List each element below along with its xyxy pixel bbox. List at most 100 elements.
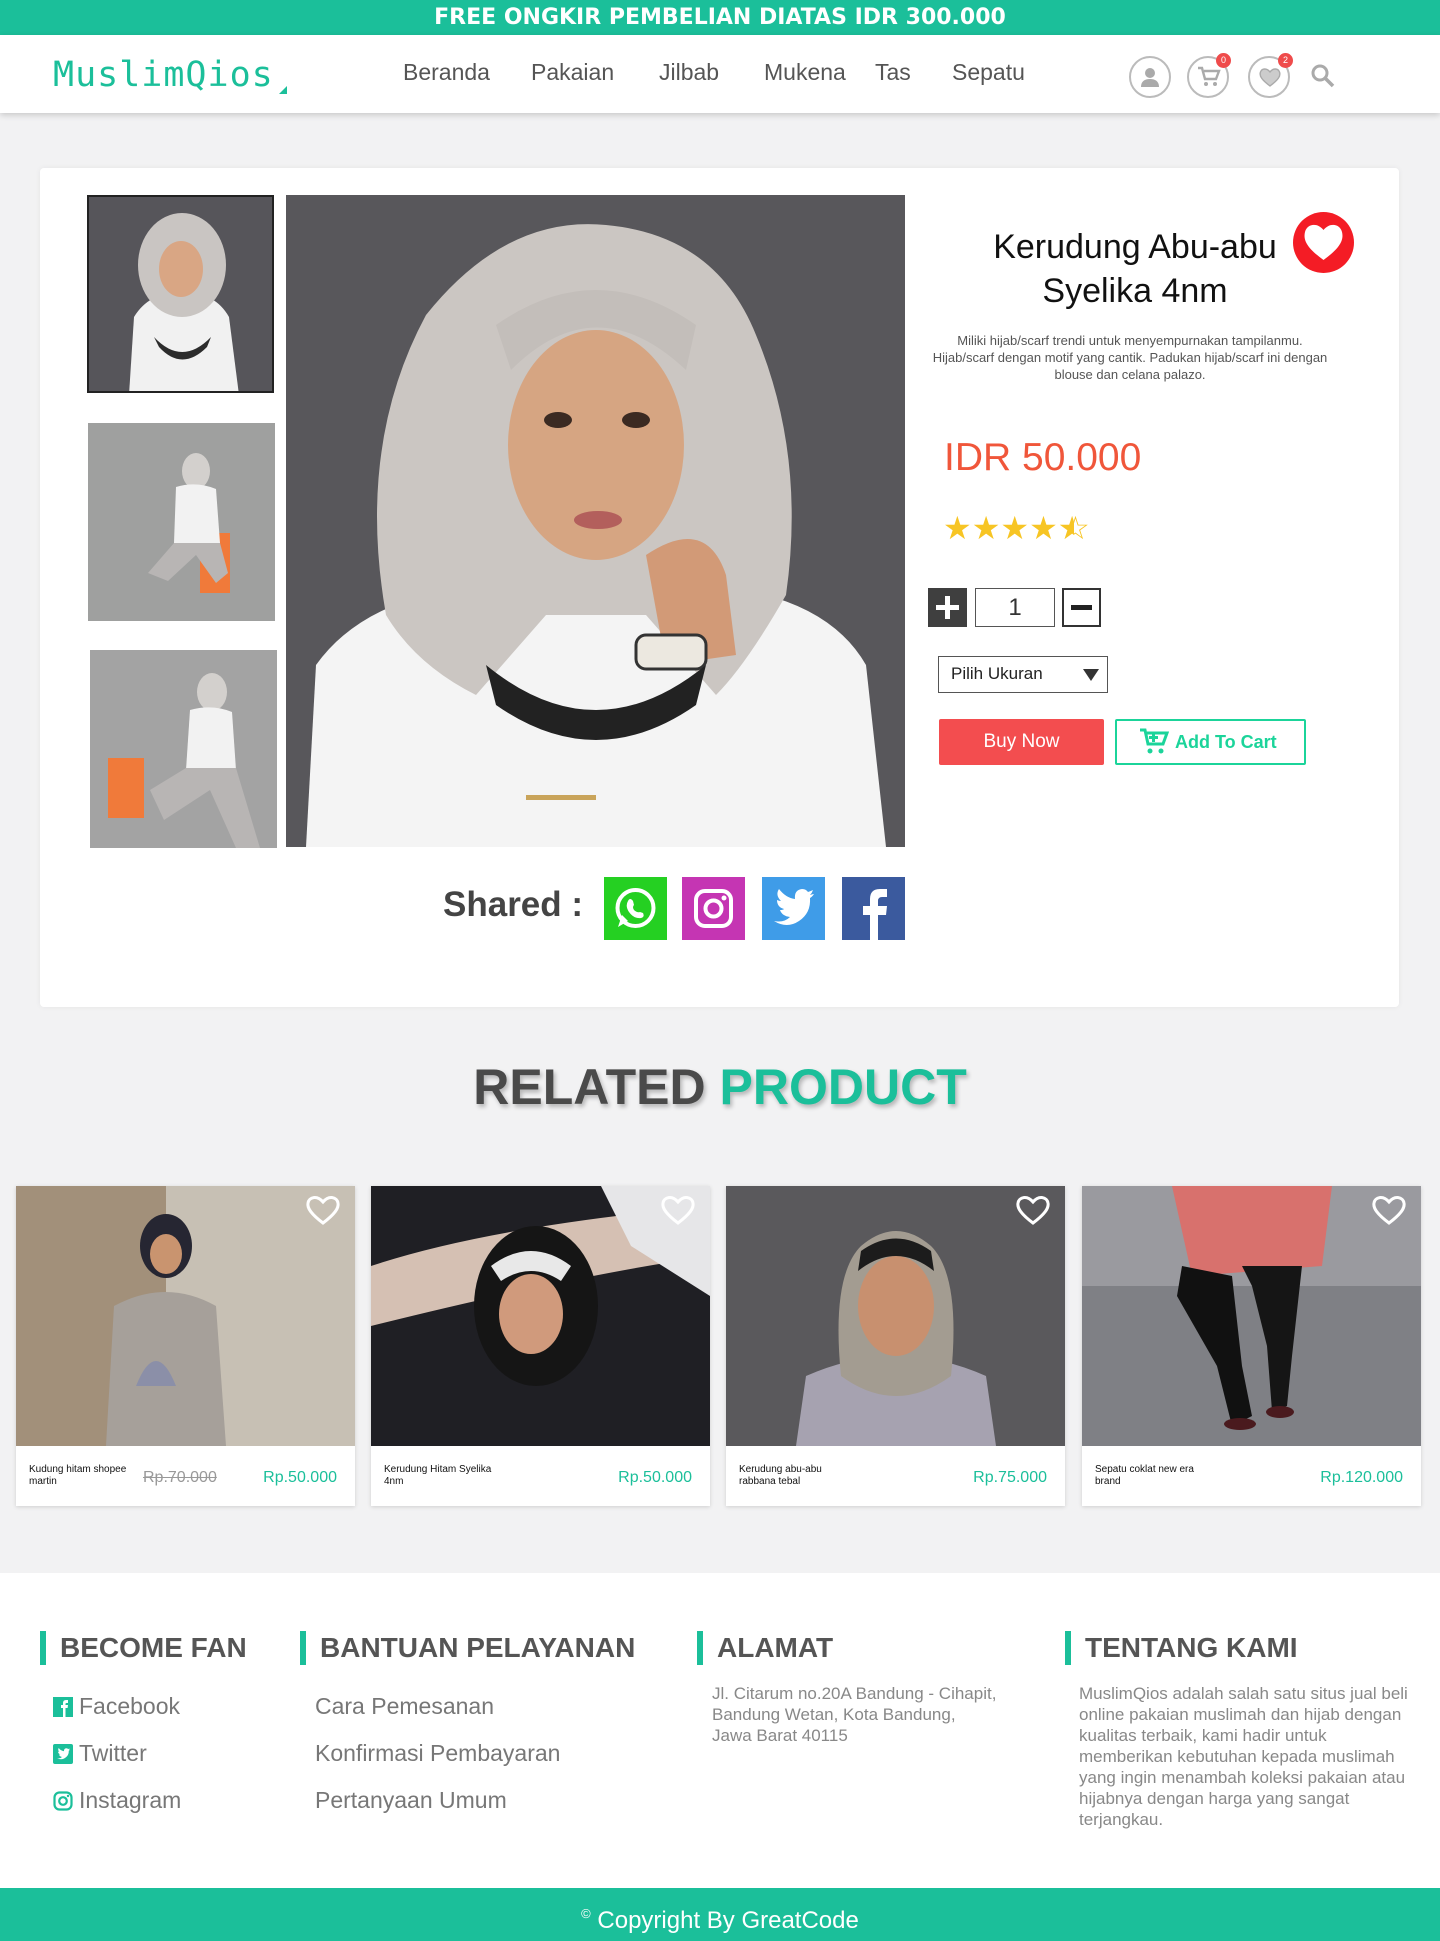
cart-icon xyxy=(1198,66,1221,86)
promo-banner: FREE ONGKIR PEMBELIAN DIATAS IDR 300.000 xyxy=(0,0,1440,35)
address-line: Jawa Barat 40115 xyxy=(712,1726,848,1745)
search-icon[interactable] xyxy=(1310,63,1336,89)
facebook-icon xyxy=(863,889,887,940)
product-description: Miliki hijab/scarf trendi untuk menyempu… xyxy=(932,333,1328,382)
related-product-price: Rp.50.000 xyxy=(263,1469,337,1486)
copyright-icon: © xyxy=(581,1906,591,1921)
star-icon: ★ xyxy=(1000,510,1030,546)
thumbnail-image xyxy=(89,197,272,391)
share-whatsapp-button[interactable] xyxy=(604,877,667,940)
footer-link-cara-pemesanan[interactable]: Cara Pemesanan xyxy=(315,1693,494,1720)
account-button[interactable] xyxy=(1129,56,1171,98)
related-product-card[interactable]: Sepatu coklat new era brand Rp.120.000 xyxy=(1082,1186,1421,1506)
footer-help-title: BANTUAN PELAYANAN xyxy=(300,1631,635,1665)
footer-link-pertanyaan-umum[interactable]: Pertanyaan Umum xyxy=(315,1787,507,1814)
logo[interactable]: MuslimQios xyxy=(53,55,274,95)
footer-about-title: TENTANG KAMI xyxy=(1065,1631,1298,1665)
footer-link-label: Twitter xyxy=(79,1740,147,1766)
share-twitter-button[interactable] xyxy=(762,877,825,940)
size-select[interactable]: Pilih Ukuran xyxy=(938,656,1108,693)
copyright-bar: © Copyright By GreatCode xyxy=(0,1888,1440,1941)
minus-icon xyxy=(1071,605,1092,610)
heart-icon xyxy=(1259,68,1281,87)
facebook-icon xyxy=(53,1697,73,1717)
thumbnail-3[interactable] xyxy=(90,650,277,848)
cart-plus-icon xyxy=(1140,728,1169,754)
related-product-name: Kerudung abu-abu rabbana tebal xyxy=(739,1464,822,1487)
nav-item-beranda[interactable]: Beranda xyxy=(403,59,490,86)
thumbnail-1[interactable] xyxy=(87,195,274,393)
footer-link-label: Instagram xyxy=(79,1787,182,1813)
nav-item-sepatu[interactable]: Sepatu xyxy=(952,59,1025,86)
related-title-part-2: PRODUCT xyxy=(719,1059,967,1115)
quantity-decrease-button[interactable] xyxy=(1062,588,1101,627)
footer: BECOME FAN Facebook Twitter Instagram BA… xyxy=(0,1573,1440,1888)
wishlist-count-badge: 2 xyxy=(1278,53,1293,68)
user-icon xyxy=(1141,68,1159,87)
product-title: Kerudung Abu-abu Syelika 4nm xyxy=(940,225,1330,313)
heart-outline-icon[interactable] xyxy=(1015,1194,1051,1226)
favorite-button[interactable] xyxy=(1293,212,1354,273)
heart-outline-icon[interactable] xyxy=(1371,1194,1407,1226)
thumbnail-image xyxy=(90,650,277,848)
footer-about-text: MuslimQios adalah salah satu situs jual … xyxy=(1079,1684,1408,1829)
footer-address: Jl. Citarum no.20A Bandung - Cihapit, Ba… xyxy=(712,1683,996,1746)
related-product-card[interactable]: Kerudung Hitam Syelika 4nm Rp.50.000 xyxy=(371,1186,710,1506)
nav-item-pakaian[interactable]: Pakaian xyxy=(531,59,614,86)
related-product-price: Rp.120.000 xyxy=(1320,1469,1403,1486)
shared-label: Shared : xyxy=(443,885,584,924)
product-price: IDR 50.000 xyxy=(944,436,1142,479)
related-product-heading: RELATED PRODUCT xyxy=(0,1058,1440,1116)
related-product-price: Rp.50.000 xyxy=(618,1469,692,1486)
product-main-image xyxy=(286,195,905,847)
footer-link-facebook[interactable]: Facebook xyxy=(53,1693,180,1720)
footer-link-twitter[interactable]: Twitter xyxy=(53,1740,147,1767)
footer-fan-title: BECOME FAN xyxy=(40,1631,247,1665)
half-star-icon: ★ xyxy=(1057,510,1074,546)
address-line: Jl. Citarum no.20A Bandung - Cihapit, xyxy=(712,1684,997,1703)
address-line: Bandung Wetan, Kota Bandung, xyxy=(712,1705,956,1724)
star-icon: ★ xyxy=(943,510,972,546)
quantity-input[interactable]: 1 xyxy=(975,588,1055,627)
thumbnail-image xyxy=(88,423,275,621)
footer-link-label: Facebook xyxy=(79,1693,181,1719)
instagram-icon xyxy=(53,1791,73,1811)
nav-item-mukena[interactable]: Mukena xyxy=(764,59,846,86)
heart-icon xyxy=(1304,224,1343,260)
product-title-line-1: Kerudung Abu-abu xyxy=(993,228,1277,266)
twitter-icon xyxy=(774,889,814,925)
thumbnail-2[interactable] xyxy=(88,423,275,621)
star-icon: ★ xyxy=(971,510,1001,546)
related-product-name: Kudung hitam shopee martin xyxy=(29,1464,127,1487)
related-product-price: Rp.75.000 xyxy=(973,1469,1047,1486)
share-instagram-button[interactable] xyxy=(682,877,745,940)
buy-now-button[interactable]: Buy Now xyxy=(939,719,1104,765)
nav-item-tas[interactable]: Tas xyxy=(875,59,911,86)
product-title-line-2: Syelika 4nm xyxy=(1042,272,1228,310)
quantity-increase-button[interactable] xyxy=(928,588,967,627)
share-facebook-button[interactable] xyxy=(842,877,905,940)
product-photo xyxy=(286,195,905,847)
chevron-down-icon xyxy=(1083,669,1099,681)
star-outline-icon: ☆ xyxy=(1073,510,1090,546)
instagram-icon xyxy=(694,889,733,928)
related-title-part-1: RELATED xyxy=(473,1059,706,1115)
related-product-name: Kerudung Hitam Syelika 4nm xyxy=(384,1464,492,1487)
whatsapp-icon xyxy=(615,888,656,928)
related-product-card[interactable]: Kudung hitam shopee martin Rp.70.000 Rp.… xyxy=(16,1186,355,1506)
nav-item-jilbab[interactable]: Jilbab xyxy=(659,59,719,86)
heart-outline-icon[interactable] xyxy=(305,1194,341,1226)
add-to-cart-label: Add To Cart xyxy=(1175,732,1277,752)
footer-link-instagram[interactable]: Instagram xyxy=(53,1787,181,1814)
related-product-card[interactable]: Kerudung abu-abu rabbana tebal Rp.75.000 xyxy=(726,1186,1065,1506)
cart-count-badge: 0 xyxy=(1216,53,1231,68)
add-to-cart-button[interactable]: Add To Cart xyxy=(1115,719,1306,765)
star-icon: ★ xyxy=(1029,510,1058,546)
rating-stars: ★★★★★☆ xyxy=(943,509,1090,547)
twitter-icon xyxy=(53,1744,73,1764)
heart-outline-icon[interactable] xyxy=(660,1194,696,1226)
navbar: MuslimQios Beranda Pakaian Jilbab Mukena… xyxy=(0,35,1440,113)
plus-icon xyxy=(936,596,959,619)
footer-link-konfirmasi-pembayaran[interactable]: Konfirmasi Pembayaran xyxy=(315,1740,560,1767)
footer-address-title: ALAMAT xyxy=(697,1631,833,1665)
